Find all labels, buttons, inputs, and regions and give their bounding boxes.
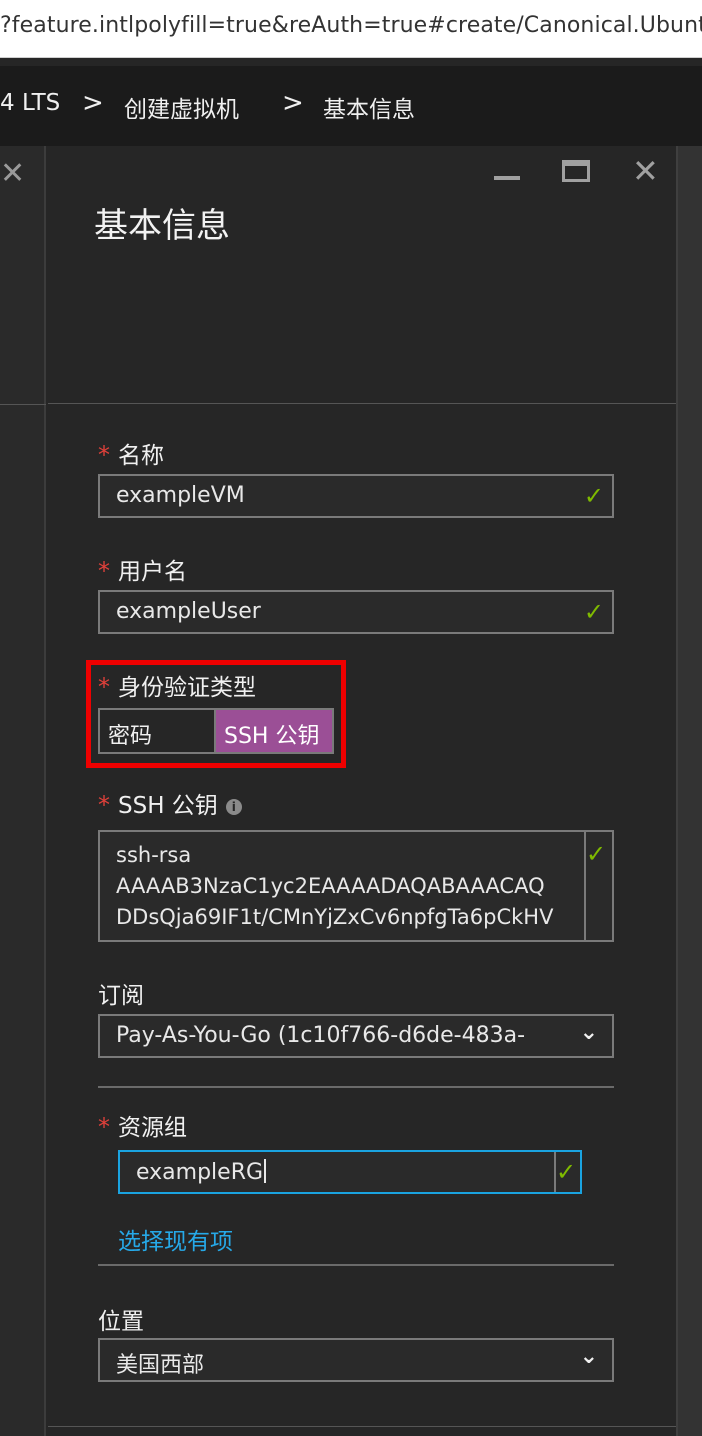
auth-option-password[interactable]: 密码 <box>100 710 216 752</box>
name-value: exampleVM <box>116 483 245 508</box>
required-marker: * <box>98 791 110 819</box>
auth-option-ssh-key[interactable]: SSH 公钥 <box>216 710 332 752</box>
location-value: 美国西部 <box>116 1353 205 1378</box>
required-marker: * <box>98 673 110 701</box>
minimize-icon[interactable] <box>494 176 520 180</box>
name-field[interactable]: exampleVM ✓ <box>98 474 614 518</box>
address-bar[interactable]: ?feature.intlpolyfill=true&reAuth=true#c… <box>0 0 702 58</box>
scrollbar[interactable] <box>676 146 702 1436</box>
chevron-down-icon: ⌄ <box>579 1344 598 1369</box>
basics-blade: ✕ 基本信息 * 名称 exampleVM ✓ * 用户名 exampleUser … <box>48 146 676 1436</box>
ssh-key-value: ssh-rsa AAAAB3NzaC1yc2EAAAADAQABAAACAQ D… <box>116 840 553 933</box>
resource-group-value: exampleRG <box>136 1159 267 1185</box>
breadcrumb-chevron-icon: > <box>282 88 304 118</box>
info-icon[interactable]: i <box>225 799 242 815</box>
valid-check-icon: ✓ <box>586 840 607 868</box>
ssh-key-textarea[interactable]: ssh-rsa AAAAB3NzaC1yc2EAAAADAQABAAACAQ D… <box>98 830 614 942</box>
resource-group-input[interactable]: exampleRG ✓ <box>118 1150 582 1194</box>
close-icon[interactable]: ✕ <box>632 152 659 190</box>
subscription-value: Pay-As-You-Go (1c10f766-d6de-483a- <box>116 1023 526 1048</box>
username-label: * 用户名 <box>98 552 187 586</box>
required-marker: * <box>98 557 110 585</box>
username-field[interactable]: exampleUser ✓ <box>98 590 614 634</box>
maximize-icon[interactable] <box>562 160 590 182</box>
auth-type-label: * 身份验证类型 <box>98 668 256 702</box>
ssh-key-line: ssh-rsa <box>116 843 192 867</box>
ssh-key-label: * SSH 公钥 i <box>98 786 242 820</box>
url-text[interactable]: ?feature.intlpolyfill=true&reAuth=true#c… <box>0 13 702 38</box>
location-label: 位置 <box>98 1309 144 1335</box>
text-caret <box>264 1159 267 1183</box>
resource-group-text: exampleRG <box>136 1160 264 1185</box>
username-label-text: 用户名 <box>118 559 187 585</box>
breadcrumb-chevron-icon: > <box>82 88 104 118</box>
select-existing-link[interactable]: 选择现有项 <box>118 1222 233 1256</box>
resource-group-label-text: 资源组 <box>118 1115 187 1141</box>
divider <box>98 1086 614 1088</box>
location-select[interactable]: 美国西部 ⌄ <box>98 1338 614 1382</box>
divider <box>98 1264 614 1266</box>
ssh-key-line: AAAAB3NzaC1yc2EAAAADAQABAAACAQ <box>116 874 545 898</box>
page-title: 基本信息 <box>94 206 230 246</box>
valid-check-icon: ✓ <box>556 1158 577 1186</box>
valid-check-icon: ✓ <box>583 598 604 626</box>
username-value: exampleUser <box>116 599 261 624</box>
divider <box>48 1426 676 1427</box>
required-marker: * <box>98 1113 110 1141</box>
valid-check-icon: ✓ <box>583 482 604 510</box>
previous-blade-strip: ✕ <box>0 146 46 1436</box>
ssh-key-label-text: SSH 公钥 <box>118 793 218 819</box>
breadcrumb: 4 LTS > 创建虚拟机 > 基本信息 <box>0 66 702 146</box>
close-icon[interactable]: ✕ <box>0 156 25 191</box>
breadcrumb-item-image[interactable]: 4 LTS <box>0 90 60 116</box>
required-marker: * <box>98 441 110 469</box>
auth-type-toggle: 密码 SSH 公钥 <box>98 708 334 754</box>
resource-group-label: * 资源组 <box>98 1108 187 1142</box>
ssh-key-line: DDsQja69IF1t/CMnYjZxCv6npfgTa6pCkHV <box>116 905 554 929</box>
subscription-label: 订阅 <box>98 983 144 1009</box>
chevron-down-icon: ⌄ <box>579 1020 598 1045</box>
blade-header: ✕ 基本信息 <box>48 146 676 404</box>
name-label: * 名称 <box>98 436 164 470</box>
subscription-select[interactable]: Pay-As-You-Go (1c10f766-d6de-483a- ⌄ <box>98 1014 614 1058</box>
auth-type-label-text: 身份验证类型 <box>118 675 256 701</box>
breadcrumb-item-basics[interactable]: 基本信息 <box>323 90 415 124</box>
name-label-text: 名称 <box>118 443 164 469</box>
breadcrumb-item-create-vm[interactable]: 创建虚拟机 <box>124 90 239 124</box>
divider <box>0 404 46 405</box>
